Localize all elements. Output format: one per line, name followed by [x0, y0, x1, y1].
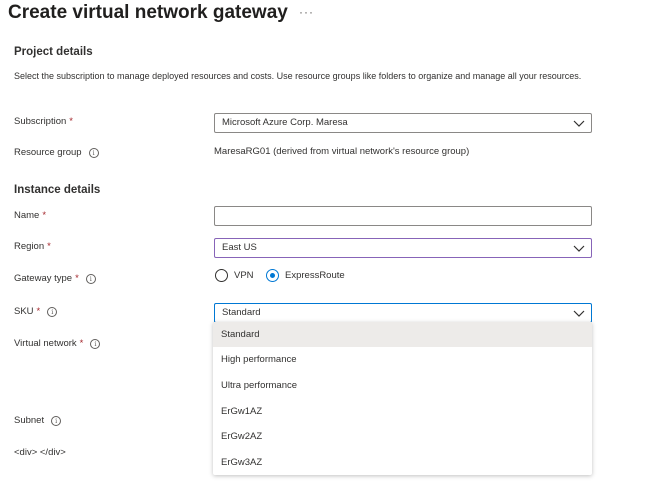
gateway-type-expressroute-radio[interactable]: ExpressRoute — [266, 269, 345, 282]
region-select[interactable]: East US — [214, 238, 592, 258]
sku-option[interactable]: Ultra performance — [213, 373, 592, 398]
sku-value: Standard — [222, 307, 261, 318]
chevron-down-icon — [573, 245, 585, 252]
project-details-description: Select the subscription to manage deploy… — [14, 71, 582, 81]
subnet-label: Subnet i — [14, 415, 62, 426]
raw-markup-text: <div> </div> — [14, 447, 66, 458]
info-icon[interactable]: i — [51, 415, 62, 426]
expressroute-option-label: ExpressRoute — [285, 270, 345, 281]
info-icon[interactable]: i — [88, 147, 99, 158]
vpn-option-label: VPN — [234, 270, 254, 281]
subscription-value: Microsoft Azure Corp. Maresa — [222, 117, 348, 128]
subnet-label-text: Subnet — [14, 415, 45, 426]
required-mark: * — [79, 338, 84, 349]
virtual-network-label: Virtual network * i — [14, 338, 101, 349]
project-details-heading: Project details — [14, 46, 93, 58]
radio-unchecked-icon — [215, 269, 228, 282]
region-label-text: Region — [14, 241, 45, 252]
required-mark: * — [42, 210, 47, 221]
resource-group-label: Resource group i — [14, 147, 99, 158]
sku-dropdown-list: Standard High performance Ultra performa… — [213, 322, 592, 475]
required-mark: * — [75, 273, 79, 284]
region-label: Region * — [14, 241, 51, 252]
info-icon[interactable]: i — [85, 273, 96, 284]
sku-option[interactable]: ErGw3AZ — [213, 450, 592, 475]
name-label: Name * — [14, 210, 46, 221]
subscription-label-text: Subscription — [14, 116, 67, 127]
chevron-down-icon — [573, 310, 585, 317]
sku-label-text: SKU — [14, 306, 34, 317]
sku-option[interactable]: ErGw1AZ — [213, 399, 592, 424]
sku-option[interactable]: ErGw2AZ — [213, 424, 592, 449]
resource-group-value: MaresaRG01 (derived from virtual network… — [214, 146, 470, 157]
required-mark: * — [36, 306, 41, 317]
instance-details-heading: Instance details — [14, 184, 101, 196]
gateway-type-label: Gateway type * i — [14, 273, 96, 284]
virtual-network-label-text: Virtual network — [14, 338, 77, 349]
subscription-select[interactable]: Microsoft Azure Corp. Maresa — [214, 113, 592, 133]
create-vng-page: Create virtual network gateway ··· Proje… — [0, 0, 662, 484]
chevron-down-icon — [573, 120, 585, 127]
resource-group-label-text: Resource group — [14, 147, 82, 158]
sku-option[interactable]: Standard — [213, 322, 592, 347]
gateway-type-label-text: Gateway type — [14, 273, 73, 284]
radio-checked-icon — [266, 269, 279, 282]
region-value: East US — [222, 242, 257, 253]
gateway-type-vpn-radio[interactable]: VPN — [215, 269, 254, 282]
page-title: Create virtual network gateway — [8, 2, 288, 23]
sku-select[interactable]: Standard — [214, 303, 592, 323]
info-icon[interactable]: i — [90, 338, 101, 349]
info-icon[interactable]: i — [47, 306, 58, 317]
required-mark: * — [47, 241, 51, 252]
name-label-text: Name — [14, 210, 40, 221]
name-input[interactable] — [214, 206, 592, 226]
sku-option[interactable]: High performance — [213, 347, 592, 372]
more-icon[interactable]: ··· — [299, 5, 314, 19]
required-mark: * — [69, 116, 73, 127]
sku-label: SKU * i — [14, 306, 58, 317]
subscription-label: Subscription * — [14, 116, 73, 127]
